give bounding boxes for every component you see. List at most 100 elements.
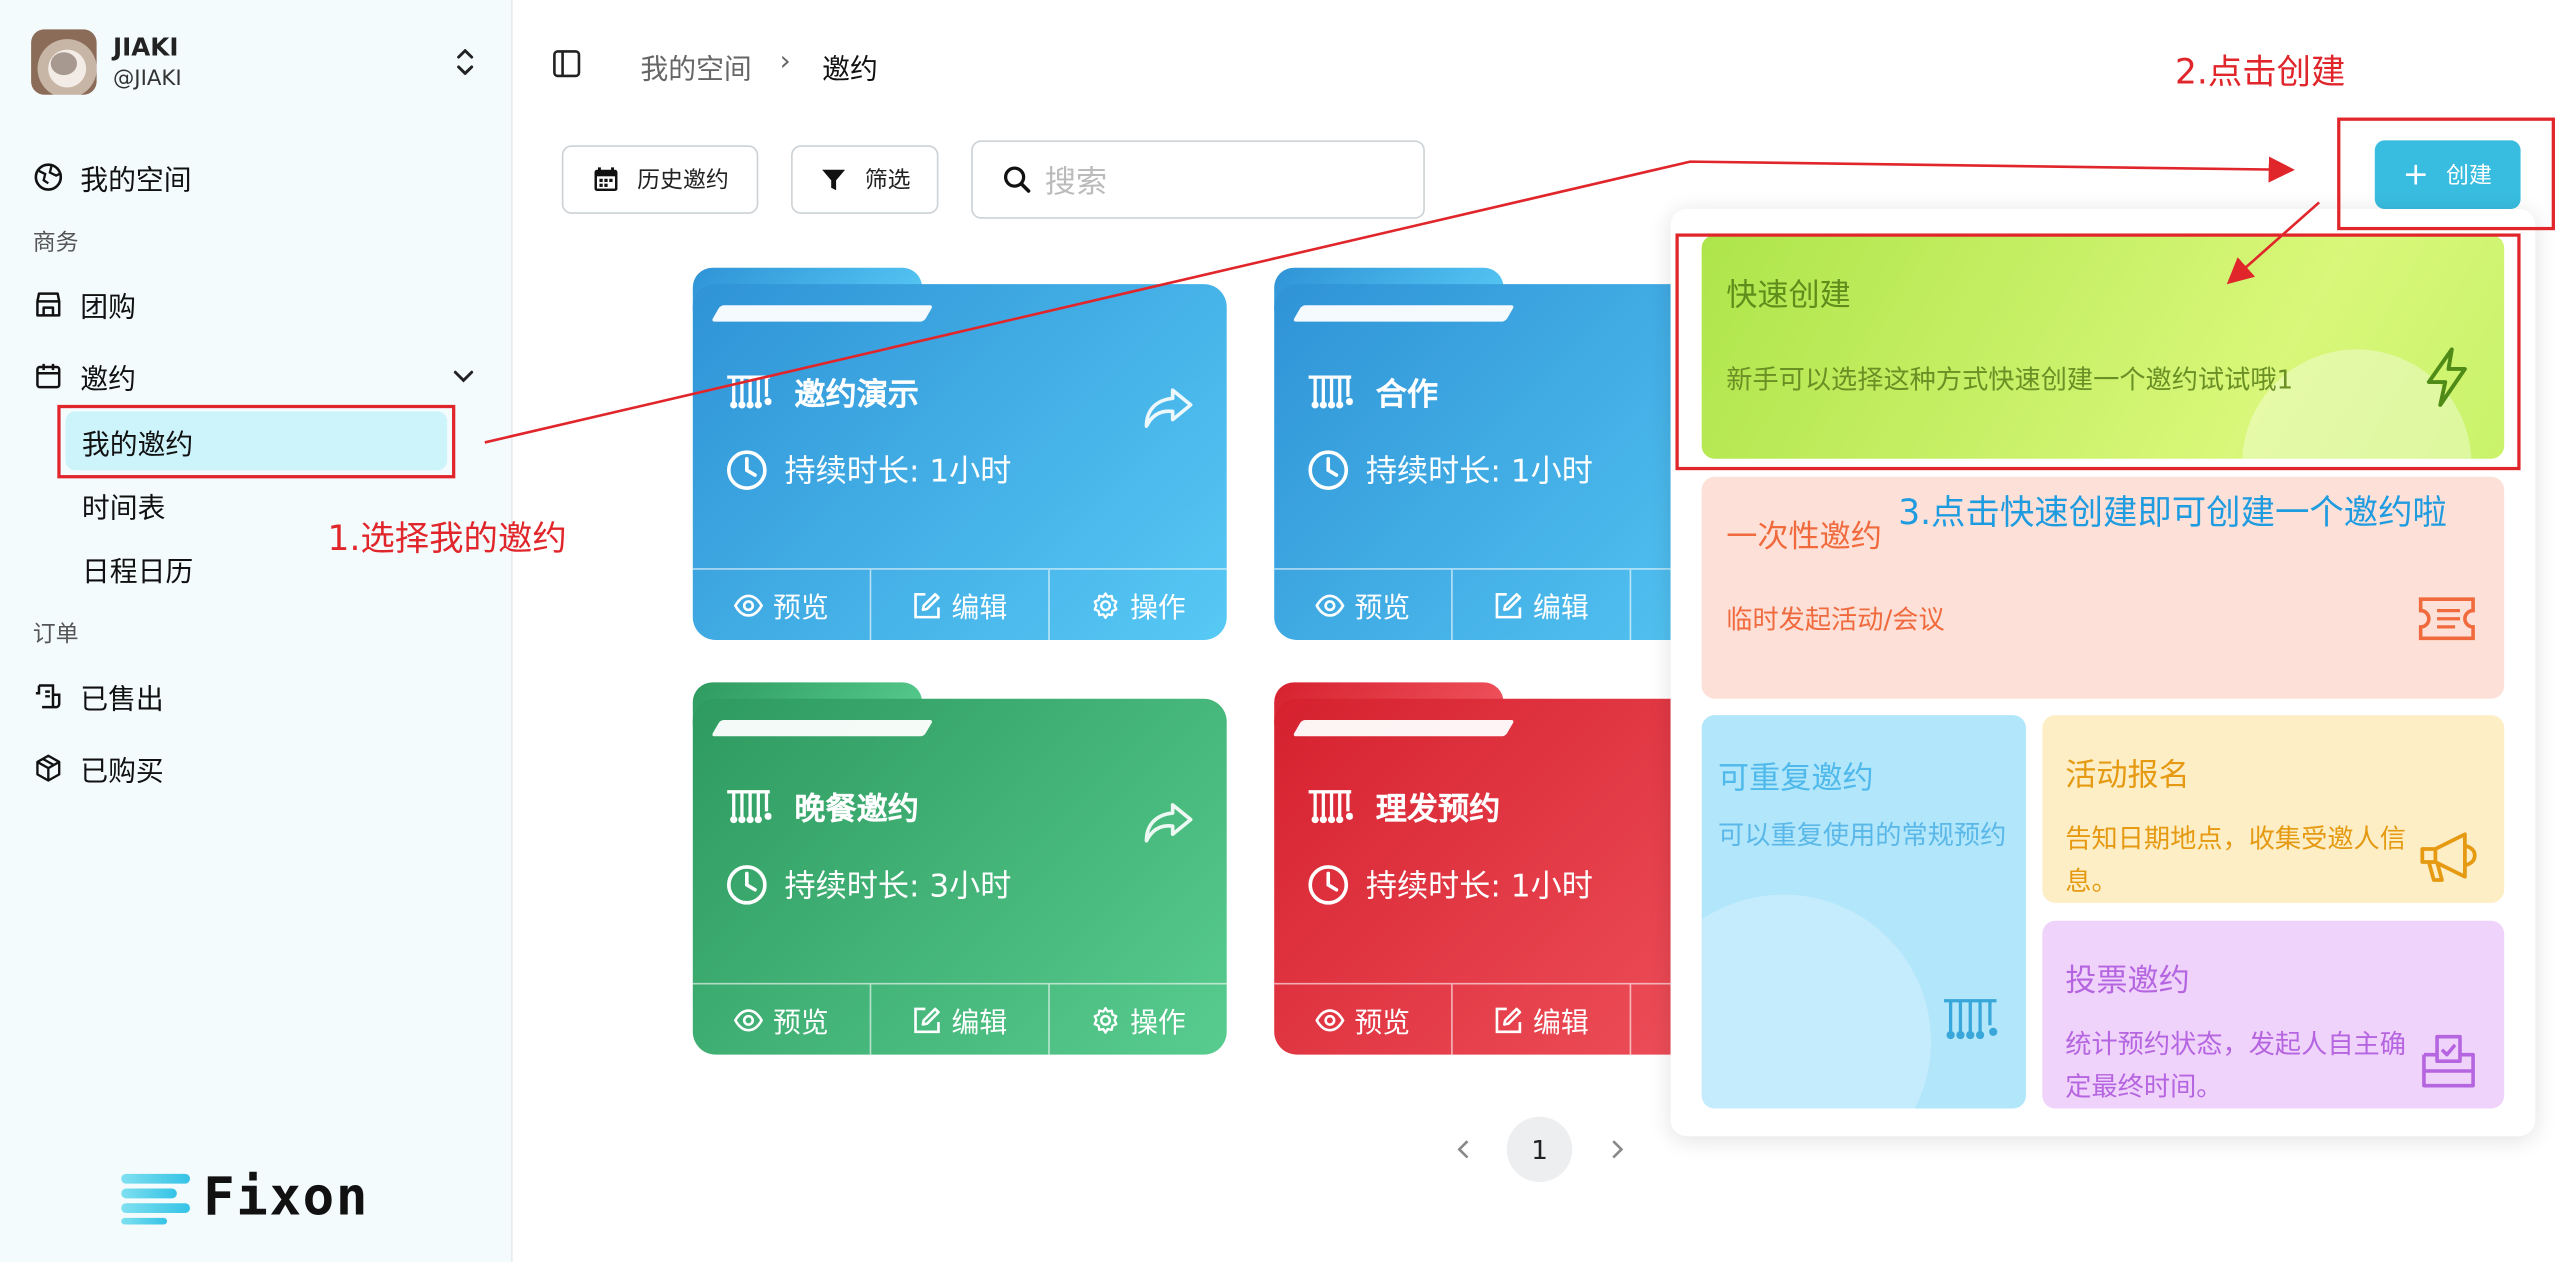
card-edit-button[interactable]: 编辑 — [1453, 569, 1632, 640]
user-switcher[interactable]: JIAKI @JIAKI — [31, 29, 490, 98]
breadcrumb-separator: › — [779, 45, 791, 79]
card-actions: 预览 编辑 操作 — [692, 568, 1227, 640]
card-duration: 持续时长: 3小时 — [726, 862, 1012, 906]
option-desc: 临时发起活动/会议 — [1726, 604, 1945, 636]
eye-icon — [733, 593, 764, 616]
card-title-text: 晚餐邀约 — [794, 791, 919, 828]
pagination-page-current[interactable]: 1 — [1506, 1116, 1573, 1183]
sidebar-toggle-icon[interactable] — [552, 49, 581, 78]
card-action-label: 编辑 — [951, 1007, 1008, 1040]
breadcrumb-root[interactable]: 我的空间 — [640, 46, 751, 87]
ticket-icon — [2418, 597, 2475, 641]
card-preview-button[interactable]: 预览 — [1274, 569, 1453, 640]
annotation-box-create — [2337, 117, 2555, 231]
card-edit-button[interactable]: 编辑 — [1453, 984, 1632, 1055]
sidebar-section-orders: 订单 — [32, 622, 79, 649]
sidebar: JIAKI @JIAKI 我的空间 商务 团购 邀约 我的邀约 时间表 日程日历… — [0, 0, 513, 1262]
card-shine — [710, 305, 934, 322]
package-icon — [36, 753, 61, 781]
user-name: JIAKI — [113, 32, 179, 63]
pendulum-icon — [1308, 374, 1353, 408]
sidebar-item-calendar[interactable]: 日程日历 — [82, 549, 193, 590]
card-preview-button[interactable]: 预览 — [693, 569, 872, 640]
chevron-down-icon[interactable] — [450, 362, 476, 388]
card-action-label: 编辑 — [1532, 592, 1589, 626]
sidebar-item-label: 已售出 — [80, 683, 164, 716]
sidebar-item-purchased[interactable]: 已购买 — [33, 746, 164, 788]
option-title: 可重复邀约 — [1718, 760, 1874, 797]
edit-icon — [1495, 592, 1522, 618]
create-option-repeat[interactable]: 可重复邀约 可以重复使用的常规预约 — [1701, 715, 2026, 1109]
card-operate-button[interactable]: 操作 — [1050, 984, 1227, 1054]
invitation-card[interactable]: 邀约演示持续时长: 1小时预览 编辑 操作 — [692, 267, 1227, 640]
card-edit-button[interactable]: 编辑 — [871, 984, 1050, 1055]
history-button[interactable]: 历史邀约 — [561, 145, 759, 214]
create-option-event[interactable]: 活动报名 告知日期地点，收集受邀人信息。 — [2042, 715, 2505, 903]
sidebar-item-timetable[interactable]: 时间表 — [82, 485, 166, 526]
card-title-text: 邀约演示 — [794, 377, 919, 414]
annotation-step3: 3.点击快速创建即可创建一个邀约啦 — [1898, 493, 2447, 533]
megaphone-icon — [2420, 832, 2477, 882]
sidebar-item-label: 团购 — [80, 291, 136, 325]
option-title: 投票邀约 — [2065, 963, 2190, 1000]
chevron-up-down-icon[interactable] — [454, 46, 477, 79]
breadcrumb-current: 邀约 — [822, 53, 878, 87]
pendulum-icon — [1944, 999, 1998, 1040]
card-duration: 持续时长: 1小时 — [726, 447, 1011, 491]
card-body: 晚餐邀约持续时长: 3小时预览 编辑 操作 — [692, 698, 1227, 1055]
card-action-label: 编辑 — [1532, 1007, 1589, 1040]
card-shine — [1292, 719, 1515, 737]
clock-icon — [727, 449, 767, 490]
receipt-icon — [35, 683, 61, 708]
chevron-right-icon[interactable] — [1605, 1136, 1628, 1162]
card-preview-button[interactable]: 预览 — [693, 984, 872, 1055]
chevron-left-icon[interactable] — [1453, 1136, 1476, 1162]
option-desc: 告知日期地点，收集受邀人信息。 — [2065, 822, 2406, 897]
calendar-icon — [594, 167, 618, 192]
edit-icon — [914, 1006, 940, 1033]
search-placeholder: 搜索 — [1044, 164, 1108, 200]
globe-icon — [34, 162, 63, 191]
pendulum-icon — [727, 789, 772, 823]
sidebar-item-my-space[interactable]: 我的空间 — [33, 155, 192, 197]
annotation-step2: 2.点击创建 — [2174, 52, 2346, 92]
card-title: 合作 — [1307, 371, 1438, 415]
ballot-box-icon — [2422, 1034, 2475, 1088]
sidebar-item-group-buy[interactable]: 团购 — [33, 282, 136, 324]
calendar-icon — [36, 363, 61, 388]
search-input[interactable]: 搜索 — [971, 140, 1425, 219]
annotation-box-my-invitations — [57, 404, 456, 479]
avatar — [31, 29, 97, 95]
sidebar-item-invitations[interactable]: 邀约 — [33, 354, 136, 396]
annotation-step1: 1.选择我的邀约 — [327, 519, 567, 559]
card-preview-button[interactable]: 预览 — [1274, 984, 1453, 1055]
invitation-card[interactable]: 晚餐邀约持续时长: 3小时预览 编辑 操作 — [692, 682, 1227, 1055]
card-duration-text: 持续时长: 1小时 — [1365, 453, 1593, 490]
card-duration-text: 持续时长: 3小时 — [784, 868, 1012, 905]
card-shine — [710, 719, 934, 737]
share-icon[interactable] — [1142, 800, 1194, 846]
logo-mark-icon — [121, 1167, 196, 1226]
gear-icon — [1093, 591, 1118, 619]
card-action-label: 预览 — [1354, 1007, 1411, 1040]
card-title: 理发预约 — [1307, 785, 1500, 829]
card-operate-button[interactable]: 操作 — [1050, 570, 1227, 640]
filter-button[interactable]: 筛选 — [791, 145, 939, 214]
gear-icon — [1093, 1006, 1118, 1033]
card-shine — [1292, 305, 1515, 322]
option-desc: 可以重复使用的常规预约 — [1718, 819, 2007, 851]
card-action-label: 操作 — [1130, 592, 1186, 626]
eye-icon — [733, 1008, 764, 1031]
option-title: 一次性邀约 — [1726, 519, 1882, 556]
share-icon[interactable] — [1142, 385, 1194, 431]
card-edit-button[interactable]: 编辑 — [871, 569, 1050, 640]
card-title-text: 合作 — [1375, 377, 1439, 414]
sidebar-item-sold[interactable]: 已售出 — [33, 674, 164, 716]
card-action-label: 操作 — [1130, 1007, 1186, 1040]
card-body: 邀约演示持续时长: 1小时预览 编辑 操作 — [692, 284, 1227, 640]
eye-icon — [1315, 593, 1345, 616]
create-option-vote[interactable]: 投票邀约 统计预约状态，发起人自主确定最终时间。 — [2042, 920, 2505, 1109]
fixon-logo: Fixon — [121, 1164, 369, 1229]
option-desc: 统计预约状态，发起人自主确定最终时间。 — [2065, 1028, 2406, 1103]
edit-icon — [1495, 1006, 1522, 1033]
